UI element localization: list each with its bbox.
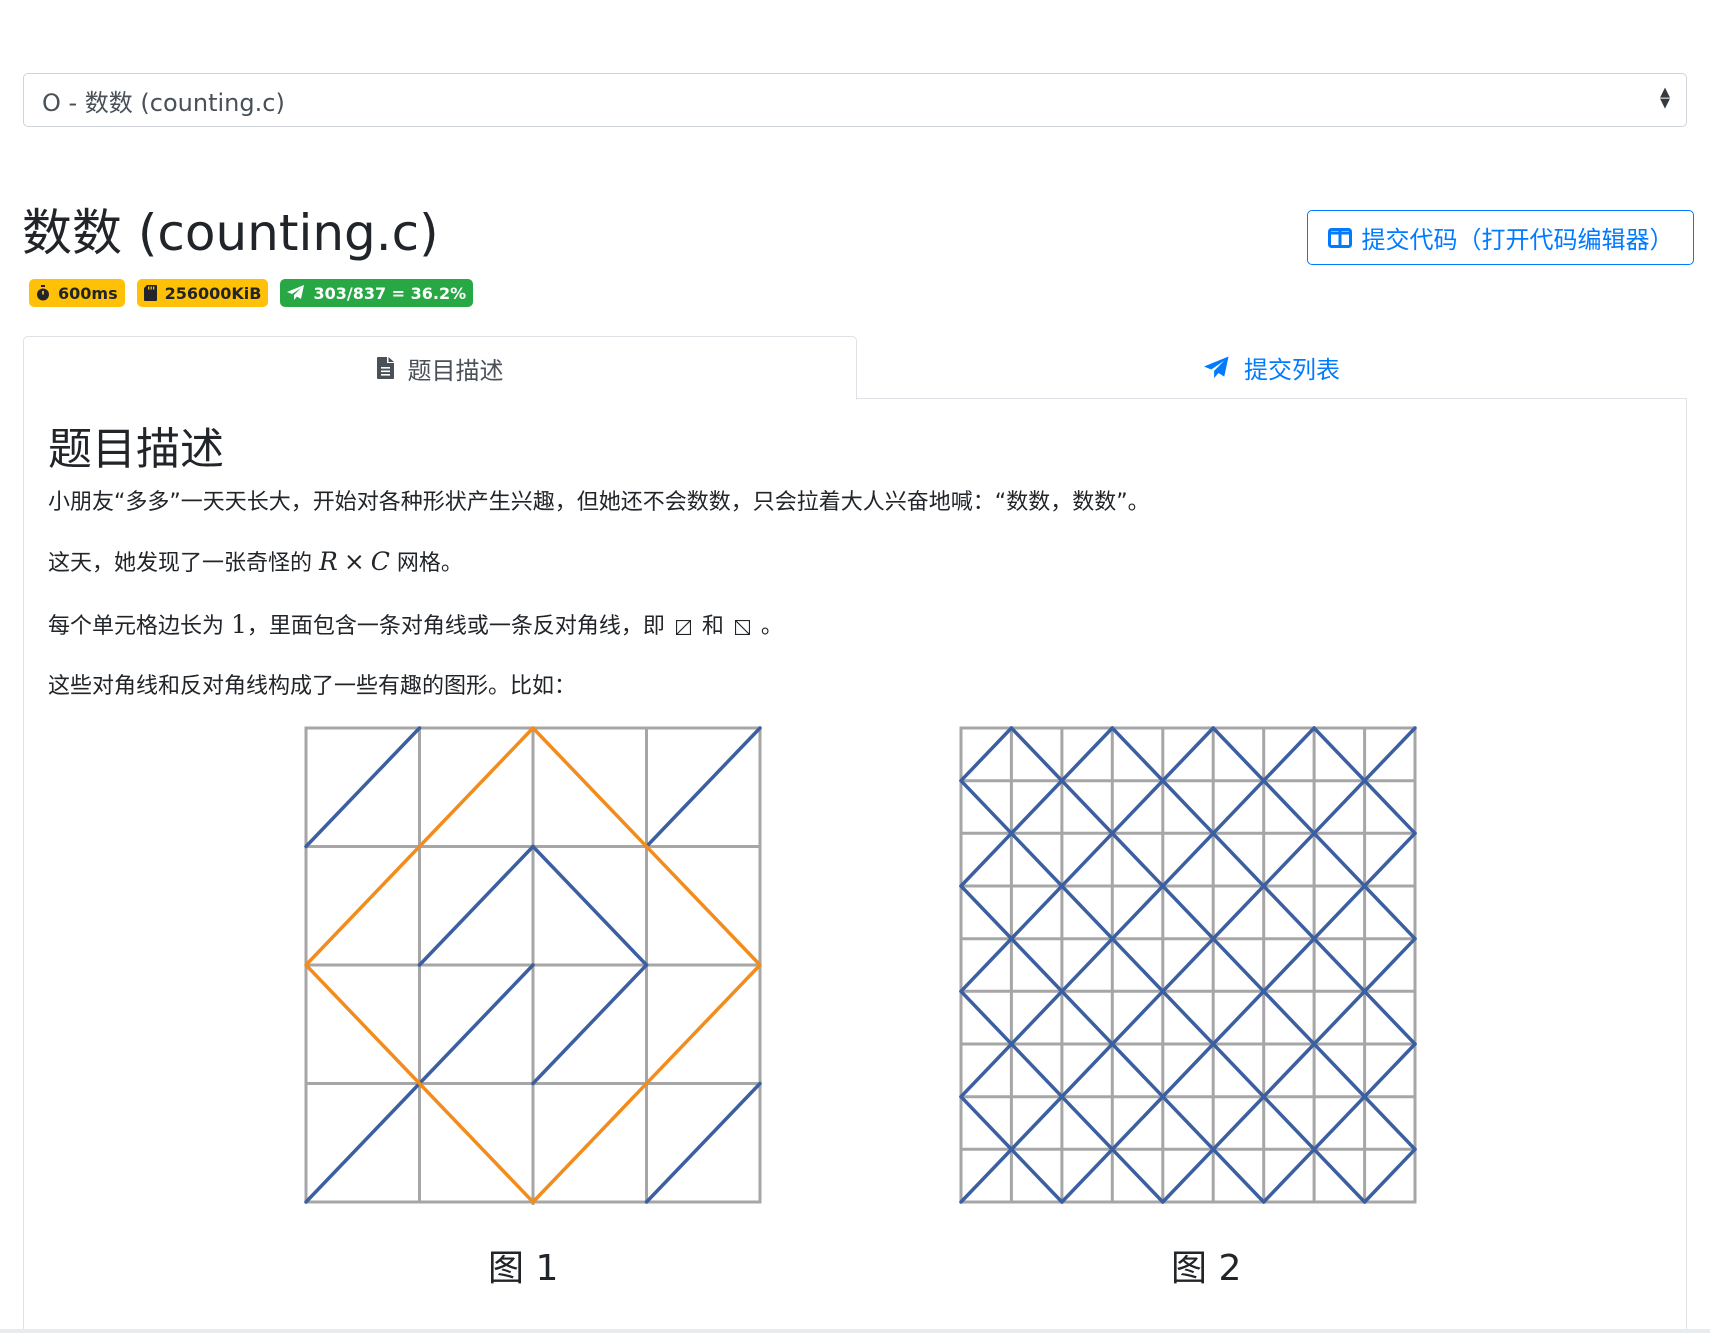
anti-diagonal-cell-icon [734, 620, 750, 635]
text-span: ，里面包含一条对角线或一条反对角线，即 [246, 614, 672, 639]
text-span: 这天，她发现了一张奇怪的 [48, 551, 319, 576]
memory-limit-badge: 256000KiB [136, 279, 269, 307]
acceptance-value: 303/837 = 36.2% [313, 283, 467, 303]
figure-1-diagram [304, 726, 762, 1205]
sd-card-icon [143, 285, 157, 301]
figure-2-diagram [959, 726, 1417, 1204]
columns-icon [1327, 227, 1352, 248]
problem-description-panel: 题目描述 小朋友“多多”一天天长大，开始对各种形状产生兴趣，但她还不会数数，只会… [23, 398, 1687, 1333]
tab-submissions[interactable]: 提交列表 [857, 336, 1687, 399]
problem-tabs: 题目描述 提交列表 [23, 336, 1687, 400]
tab-submissions-label: 提交列表 [1244, 356, 1340, 384]
problem-limits: 600ms 256000KiB 303/837 = 36.2% [29, 279, 474, 307]
figure-1-caption: 图 1 [488, 1248, 559, 1289]
math-times: × [343, 547, 365, 576]
math-c: C [370, 547, 390, 576]
problem-select-value: O - 数数 (counting.c) [42, 88, 285, 117]
paragraph-intro: 小朋友“多多”一天天长大，开始对各种形状产生兴趣，但她还不会数数，只会拉着大人兴… [48, 490, 1150, 515]
diagonal-cell-icon [675, 620, 691, 635]
math-r: R [319, 547, 338, 576]
math-one: 1 [231, 610, 247, 639]
text-span: 。 [753, 614, 783, 639]
problem-select[interactable]: O - 数数 (counting.c) ▲ ▼ [23, 73, 1687, 127]
submit-code-label: 提交代码（打开代码编辑器） [1361, 226, 1674, 254]
text-span: 每个单元格边长为 [48, 614, 231, 639]
page-title: 数数 (counting.c) [22, 204, 439, 262]
section-heading: 题目描述 [48, 424, 224, 475]
figure-2-caption: 图 2 [1171, 1248, 1242, 1289]
file-icon [376, 357, 394, 379]
paper-plane-icon [1204, 355, 1229, 378]
time-limit-badge: 600ms [29, 279, 125, 307]
time-limit-value: 600ms [58, 283, 118, 303]
tab-description[interactable]: 题目描述 [23, 336, 857, 400]
paragraph-shapes: 这些对角线和反对角线构成了一些有趣的图形。比如： [48, 674, 577, 699]
text-span: 网格。 [389, 551, 463, 576]
acceptance-badge: 303/837 = 36.2% [280, 279, 474, 307]
memory-limit-value: 256000KiB [164, 283, 262, 303]
paragraph-cell: 每个单元格边长为 1，里面包含一条对角线或一条反对角线，即 和 。 [48, 609, 783, 643]
stopwatch-icon [37, 285, 49, 301]
tab-description-label: 题目描述 [407, 356, 504, 385]
paragraph-grid: 这天，她发现了一张奇怪的 R × C 网格。 [48, 546, 463, 580]
paper-plane-icon [287, 285, 305, 300]
select-caret-icon: ▲ ▼ [1660, 85, 1670, 111]
text-span: 和 [694, 614, 731, 639]
page: O - 数数 (counting.c) ▲ ▼ 数数 (counting.c) 提… [0, 0, 1710, 1333]
bottom-scroll-edge [0, 1329, 1710, 1333]
submit-code-button[interactable]: 提交代码（打开代码编辑器） [1307, 210, 1694, 265]
